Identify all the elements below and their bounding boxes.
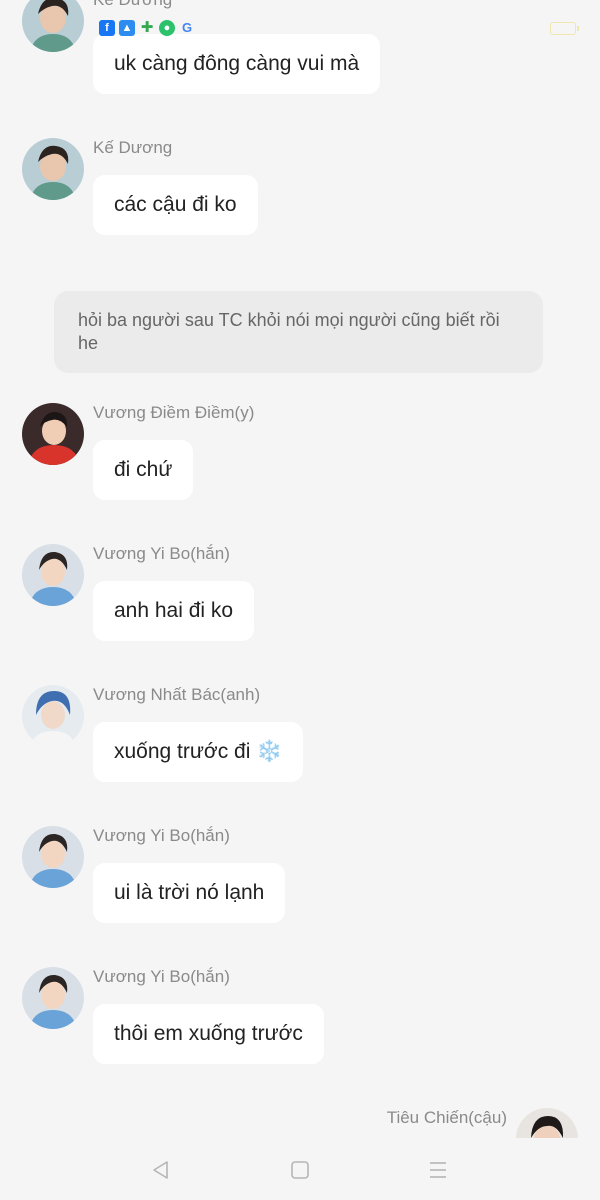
facebook-icon: f — [99, 20, 115, 36]
battery-icon — [550, 22, 579, 35]
sender-name: Vương Yi Bo(hắn) — [93, 826, 230, 845]
sender-name: Vương Yi Bo(hắn) — [93, 544, 230, 563]
chat-screen: f ▲ ✚ ● G Kế Dương uk càng đông càng vui… — [0, 0, 600, 1200]
sender-name: Vương Yi Bo(hắn) — [93, 967, 230, 986]
google-icon: G — [181, 20, 193, 35]
avatar[interactable] — [22, 403, 84, 465]
notification-icons: f ▲ ✚ ● G — [99, 20, 195, 36]
home-icon[interactable] — [288, 1158, 312, 1182]
avatar[interactable] — [22, 138, 84, 200]
sender-name: Vương Điềm Điềm(y) — [93, 403, 255, 422]
avatar[interactable] — [22, 967, 84, 1029]
avatar[interactable] — [22, 0, 84, 52]
message-bubble[interactable]: uk càng đông càng vui mà — [93, 34, 381, 94]
message-bubble[interactable]: thôi em xuống trước — [93, 1004, 324, 1064]
self-sender-name: Tiêu Chiến(cậu) — [386, 1108, 507, 1127]
system-note: hỏi ba người sau TC khỏi nói mọi người c… — [54, 291, 543, 373]
puzzle-icon: ✚ — [140, 19, 154, 36]
avatar[interactable] — [22, 826, 84, 888]
message-bubble[interactable]: xuống trước đi ❄️ — [93, 722, 304, 782]
system-nav-bar — [0, 1138, 600, 1200]
sender-name: Kế Dương — [93, 138, 173, 157]
sender-name: Vương Nhất Bác(anh) — [93, 685, 261, 704]
message-bubble[interactable]: các cậu đi ko — [93, 175, 258, 235]
menu-icon[interactable] — [426, 1158, 450, 1182]
message-bubble[interactable]: ui là trời nó lạnh — [93, 863, 286, 923]
avatar[interactable] — [22, 685, 84, 747]
message-bubble[interactable]: anh hai đi ko — [93, 581, 255, 641]
back-icon[interactable] — [149, 1158, 173, 1182]
sender-name: Kế Dương — [93, 0, 172, 10]
chat-icon: ● — [159, 20, 175, 36]
message-bubble[interactable]: đi chứ — [93, 440, 194, 500]
avatar[interactable] — [22, 544, 84, 606]
upload-icon: ▲ — [119, 20, 135, 36]
